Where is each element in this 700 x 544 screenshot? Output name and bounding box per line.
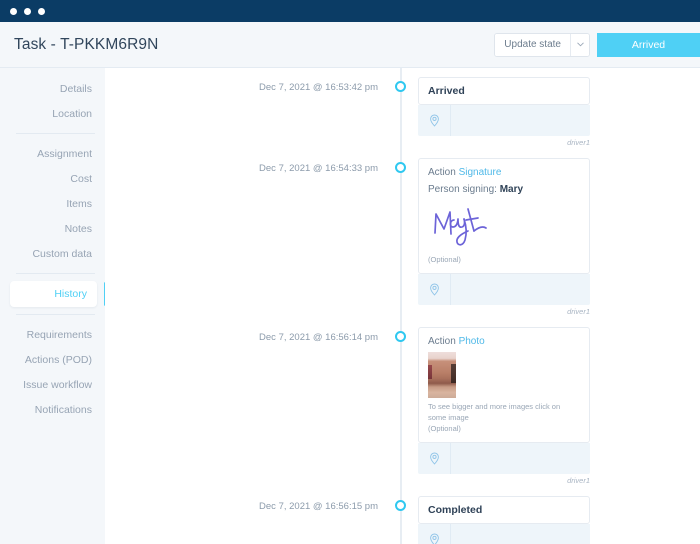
sidebar-item-notifications[interactable]: Notifications: [0, 397, 105, 422]
sidebar-item-details[interactable]: Details: [0, 76, 105, 101]
sidebar-item-custom-data[interactable]: Custom data: [0, 241, 105, 266]
signature-action-card: Action Signature Person signing: Mary (O…: [418, 158, 590, 274]
timeline-entry: Dec 7, 2021 @ 16:53:42 pm Arrived driver…: [105, 77, 700, 147]
sidebar-item-issue-workflow[interactable]: Issue workflow: [0, 372, 105, 397]
timeline-entry: Dec 7, 2021 @ 16:56:15 pm Completed driv…: [105, 496, 700, 544]
timeline-circle-icon: [394, 331, 406, 342]
timeline-marker[interactable]: [388, 496, 412, 511]
sidebar: Details Location Assignment Cost Items N…: [0, 68, 107, 544]
entry-driver-label: driver1: [567, 138, 590, 147]
sidebar-item-requirements[interactable]: Requirements: [0, 322, 105, 347]
photo-action-card: Action Photo To see bigger and more imag…: [418, 327, 590, 443]
signature-image[interactable]: [428, 199, 580, 254]
entry-body: Completed driver1: [412, 496, 590, 544]
sidebar-divider-2: [16, 273, 95, 274]
person-name: Mary: [499, 183, 524, 195]
map-pin-icon: [418, 105, 451, 136]
location-strip[interactable]: [418, 443, 590, 474]
chevron-down-icon[interactable]: [570, 33, 589, 56]
history-panel: Dec 7, 2021 @ 16:53:42 pm Arrived driver…: [105, 68, 700, 544]
entry-body: Action Signature Person signing: Mary (O…: [412, 158, 590, 316]
sidebar-group-3: History: [0, 281, 107, 307]
location-value: [451, 524, 590, 544]
sidebar-item-location[interactable]: Location: [0, 101, 105, 126]
status-card-title: Completed: [428, 504, 483, 516]
timeline-circle-icon: [394, 81, 406, 92]
location-strip[interactable]: [418, 105, 590, 136]
person-label: Person signing:: [428, 183, 497, 195]
photo-thumbnail[interactable]: [428, 351, 456, 398]
entry-driver-label: driver1: [567, 307, 590, 316]
window-dot-minimize[interactable]: [24, 7, 31, 15]
sidebar-item-assignment[interactable]: Assignment: [0, 141, 105, 166]
photo-hint: To see bigger and more images click on s…: [428, 401, 561, 422]
sidebar-divider-3: [16, 314, 95, 315]
sidebar-group-2: Assignment Cost Items Notes Custom data: [0, 141, 105, 266]
page-title: Task - T-PKKM6R9N: [14, 35, 159, 53]
entry-body: Arrived driver1: [412, 77, 590, 147]
location-strip[interactable]: [418, 524, 590, 544]
header-actions: Update state Arrived: [494, 22, 700, 67]
entry-timestamp: Dec 7, 2021 @ 16:53:42 pm: [259, 82, 378, 93]
timeline-marker[interactable]: [388, 158, 412, 173]
status-card-title: Arrived: [428, 85, 465, 97]
entry-timestamp: Dec 7, 2021 @ 16:56:15 pm: [259, 501, 378, 512]
sidebar-item-cost[interactable]: Cost: [0, 166, 105, 191]
status-arrived-button[interactable]: Arrived: [597, 32, 700, 57]
sidebar-item-items[interactable]: Items: [0, 191, 105, 216]
entry-timestamp: Dec 7, 2021 @ 16:54:33 pm: [259, 163, 378, 174]
action-row: Action Photo: [428, 335, 580, 350]
action-kind-link[interactable]: Photo: [459, 336, 485, 347]
update-state-button[interactable]: Update state: [495, 33, 570, 56]
map-pin-icon: [418, 524, 451, 544]
timeline-circle-icon: [394, 500, 406, 511]
status-card: Arrived: [418, 77, 590, 105]
timeline-marker[interactable]: [388, 77, 412, 92]
body: Details Location Assignment Cost Items N…: [0, 68, 700, 544]
window-dot-close[interactable]: [10, 7, 17, 15]
entry-body: Action Photo To see bigger and more imag…: [412, 327, 590, 485]
location-value: [451, 105, 590, 136]
entry-timestamp: Dec 7, 2021 @ 16:56:14 pm: [259, 332, 378, 343]
sidebar-divider-1: [16, 133, 95, 134]
window-titlebar: [0, 0, 700, 22]
map-pin-icon: [418, 443, 451, 474]
entry-driver-label: driver1: [567, 476, 590, 485]
app-header: Task - T-PKKM6R9N Update state Arrived: [0, 22, 700, 68]
optional-note: (Optional): [428, 255, 461, 264]
optional-note: (Optional): [428, 424, 461, 433]
sidebar-group-4: Requirements Actions (POD) Issue workflo…: [0, 322, 105, 422]
location-value: [451, 443, 590, 474]
sidebar-group-1: Details Location: [0, 76, 105, 126]
timeline-circle-icon: [394, 162, 406, 173]
sidebar-item-notes[interactable]: Notes: [0, 216, 105, 241]
map-pin-icon: [418, 274, 451, 305]
sidebar-item-actions-pod[interactable]: Actions (POD): [0, 347, 105, 372]
window-dot-maximize[interactable]: [38, 7, 45, 15]
location-strip[interactable]: [418, 274, 590, 305]
sidebar-item-history[interactable]: History: [10, 281, 107, 307]
action-row: Action Signature: [428, 166, 580, 181]
history-timeline: Dec 7, 2021 @ 16:53:42 pm Arrived driver…: [105, 68, 700, 544]
timeline-entry: Dec 7, 2021 @ 16:56:14 pm Action Photo T…: [105, 327, 700, 485]
update-state-group[interactable]: Update state: [494, 32, 590, 57]
person-row: Person signing: Mary: [428, 183, 580, 198]
timeline-entry: Dec 7, 2021 @ 16:54:33 pm Action Signatu…: [105, 158, 700, 316]
action-label: Action: [428, 167, 456, 178]
location-value: [451, 274, 590, 305]
timeline-marker[interactable]: [388, 327, 412, 342]
action-label: Action: [428, 336, 456, 347]
status-card: Completed: [418, 496, 590, 524]
action-kind-link[interactable]: Signature: [459, 167, 502, 178]
